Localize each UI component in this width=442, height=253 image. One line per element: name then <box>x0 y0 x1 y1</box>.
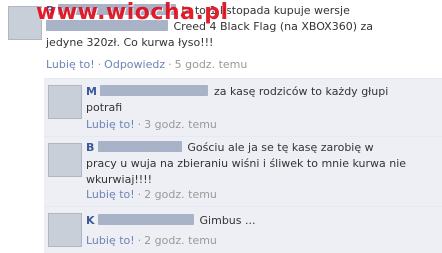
author-name[interactable]: K <box>86 214 95 227</box>
comment-meta: Lubię to! · 3 godz. temu <box>86 117 217 133</box>
comment-timestamp[interactable]: 5 godz. temu <box>175 58 248 71</box>
comment-text: K Gimbus ... <box>86 213 438 229</box>
reply-3: K Gimbus ... Lubię to! · 2 godz. temu <box>44 206 442 253</box>
like-link[interactable]: Lubię to! <box>86 188 135 201</box>
avatar[interactable] <box>8 6 42 40</box>
comment-text: M za kasę rodziców to każdy głupi potraf… <box>86 84 436 116</box>
comment-meta: Lubię to! · Odpowiedz · 5 godz. temu <box>46 57 247 73</box>
comment-timestamp[interactable]: 2 godz. temu <box>144 188 217 201</box>
comment-line-1-text: za kasę rodziców to każdy głupi <box>213 85 389 98</box>
comment-timestamp[interactable]: 3 godz. temu <box>144 118 217 131</box>
avatar[interactable] <box>48 213 82 247</box>
comment-text: B Gościu ale ja se tę kasę zarobię w pra… <box>86 140 438 188</box>
comment-line-3: jedyne 320zł. Co kurwa łyso!!! <box>46 36 214 49</box>
comment-line-3: wkurwiaj!!!! <box>86 173 153 186</box>
like-link[interactable]: Lubię to! <box>86 118 135 131</box>
comment-line-1: B Gościu ale ja se tę kasę zarobię w <box>86 140 438 156</box>
comment-line-2-text: Creed 4 Black Flag (na XBOX360) za <box>173 20 374 33</box>
comment-timestamp[interactable]: 2 godz. temu <box>144 234 217 247</box>
redacted-text <box>46 20 168 31</box>
redacted-name <box>57 4 176 15</box>
author-name[interactable]: B <box>46 4 54 17</box>
redacted-name <box>98 214 195 225</box>
comment-line-1: K Gimbus ... <box>86 213 438 229</box>
redacted-name <box>100 85 209 96</box>
comment-meta: Lubię to! · 2 godz. temu <box>86 187 217 203</box>
comment-thread: B Ja to 1 listopada kupuje wersje Creed … <box>0 0 442 253</box>
separator-dot: · <box>97 58 102 71</box>
separator-dot: · <box>137 188 142 201</box>
comment-line-2: pracy u wuja na zbieraniu wiśni i śliwek… <box>86 157 407 170</box>
separator-dot: · <box>168 58 172 71</box>
avatar[interactable] <box>48 85 82 119</box>
comment-line-2: potrafi <box>86 101 123 114</box>
avatar[interactable] <box>48 143 82 177</box>
separator-dot: · <box>137 118 142 131</box>
comment-line-1: M za kasę rodziców to każdy głupi <box>86 84 436 100</box>
like-link[interactable]: Lubię to! <box>86 234 135 247</box>
like-link[interactable]: Lubię to! <box>46 58 95 71</box>
comment-meta: Lubię to! · 2 godz. temu <box>86 233 217 249</box>
separator-dot: · <box>137 234 142 247</box>
comment-line-1-text: Gimbus ... <box>199 214 256 227</box>
comment-1: B Ja to 1 listopada kupuje wersje Creed … <box>0 0 442 78</box>
comment-line-1-text: Gościu ale ja se tę kasę zarobię w <box>187 141 374 154</box>
reply-2: B Gościu ale ja se tę kasę zarobię w pra… <box>44 136 442 207</box>
author-name[interactable]: M <box>86 85 97 98</box>
comment-line-1: B Ja to 1 listopada kupuje wersje <box>46 3 436 19</box>
comment-line-1-text: Ja to 1 listopada kupuje wersje <box>181 4 350 17</box>
comment-text: B Ja to 1 listopada kupuje wersje Creed … <box>46 3 436 51</box>
comment-line-2: Creed 4 Black Flag (na XBOX360) za <box>46 19 436 35</box>
reply-link[interactable]: Odpowiedz <box>104 58 165 71</box>
redacted-name <box>97 141 182 152</box>
author-name[interactable]: B <box>86 141 94 154</box>
reply-1: M za kasę rodziców to każdy głupi potraf… <box>44 78 442 137</box>
